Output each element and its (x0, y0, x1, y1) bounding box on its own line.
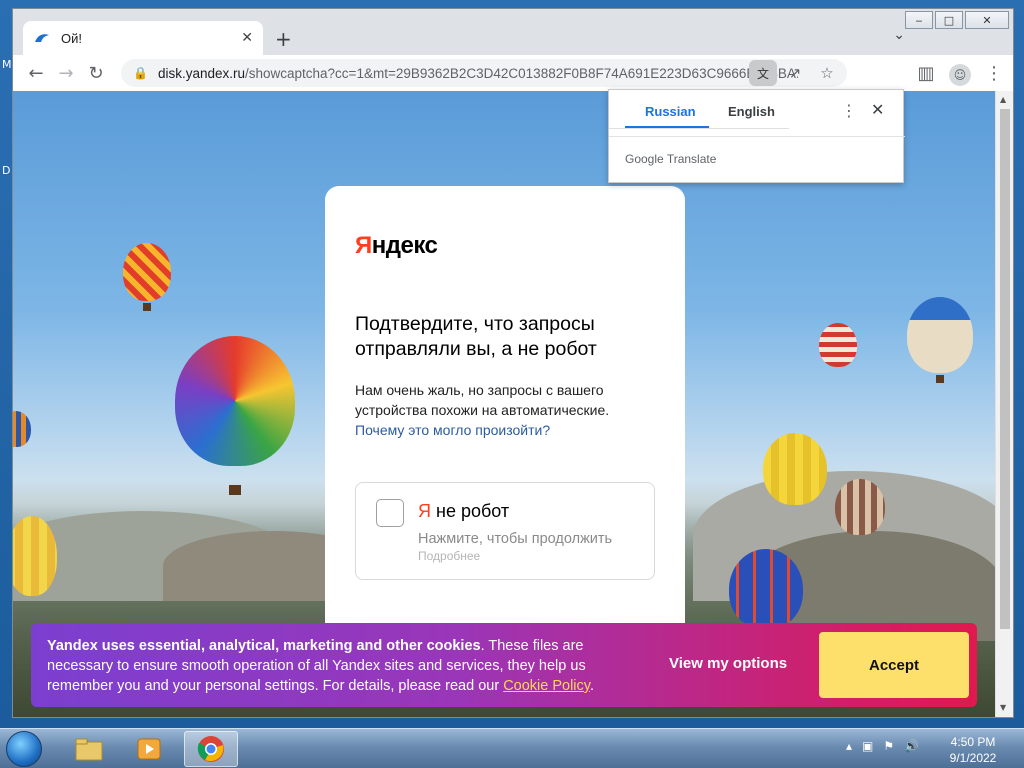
why-link[interactable]: Почему это могло произойти? (355, 422, 550, 438)
address-bar[interactable]: 🔒 disk.yandex.ru/showcaptcha?cc=1&mt=29B… (121, 59, 847, 87)
browser-tab[interactable]: Ой! ✕ (23, 21, 263, 55)
more-info-link[interactable]: Подробнее (418, 549, 480, 563)
yandex-logo: Яндекс (355, 232, 655, 260)
browser-window: ‒ □ ✕ Ой! ✕ + ⌄ ← → ↻ 🔒 disk.yandex.ru/s… (12, 8, 1014, 718)
scroll-down-icon[interactable]: ▼ (1000, 703, 1006, 712)
system-tray: ▴ ▣ ⚑ 🔊 (846, 739, 919, 753)
hot-air-balloon (729, 549, 803, 629)
lock-icon[interactable]: 🔒 (133, 66, 148, 80)
translate-popup: Russian English ⋮ ✕ Google Translate (608, 89, 905, 183)
taskbar-explorer[interactable] (62, 731, 116, 767)
tab-russian[interactable]: Russian (645, 104, 696, 119)
balloon-basket (229, 485, 241, 495)
not-robot-label[interactable]: Я не робот (418, 501, 509, 522)
balloon-basket (143, 303, 151, 311)
tab-title: Ой! (61, 30, 82, 46)
hot-air-balloon (835, 479, 885, 535)
clock-date: 9/1/2022 (949, 751, 997, 765)
scroll-up-icon[interactable]: ▲ (1000, 95, 1006, 104)
not-robot-widget[interactable]: Я не робот Нажмите, чтобы продолжить Под… (355, 482, 655, 580)
logo-letter: Я (355, 232, 372, 259)
hot-air-balloon (175, 336, 295, 466)
close-window-button[interactable]: ✕ (965, 11, 1009, 29)
desktop-edge-text: M (2, 58, 12, 71)
cookie-lead: Yandex uses essential, analytical, marke… (47, 638, 481, 654)
menu-kebab-icon[interactable]: ⋮ (979, 58, 1009, 88)
url-domain: disk.yandex.ru (157, 65, 245, 81)
tab-search-chevron-icon[interactable]: ⌄ (893, 27, 905, 43)
start-button[interactable] (6, 731, 42, 767)
view-options-button[interactable]: View my options (669, 655, 787, 672)
close-icon[interactable]: ✕ (871, 100, 884, 119)
action-center-icon[interactable]: ⚑ (883, 739, 894, 753)
back-arrow-icon[interactable]: ← (21, 58, 51, 88)
cookie-banner: Yandex uses essential, analytical, marke… (31, 623, 977, 707)
google-translate-brand: Google Translate (625, 152, 717, 166)
clock[interactable]: 4:50 PM 9/1/2022 (940, 734, 1006, 766)
not-robot-hint: Нажмите, чтобы продолжить (418, 531, 613, 547)
captcha-body-text: Нам очень жаль, но запросы с вашего устр… (355, 382, 610, 418)
folder-icon (75, 738, 103, 761)
taskbar-chrome[interactable] (184, 731, 238, 767)
reload-icon[interactable]: ↻ (81, 58, 111, 88)
vertical-scrollbar[interactable]: ▲ ▼ (995, 91, 1013, 717)
yandex-disk-favicon-icon (35, 34, 49, 42)
show-hidden-icons-icon[interactable]: ▴ (846, 739, 852, 753)
active-tab-indicator (625, 126, 709, 128)
tab-english[interactable]: English (728, 104, 775, 119)
hot-air-balloon (763, 433, 827, 505)
more-options-icon[interactable]: ⋮ (841, 101, 857, 120)
captcha-description: Нам очень жаль, но запросы с вашего устр… (355, 380, 655, 440)
hot-air-balloon (907, 297, 973, 373)
browser-toolbar: ← → ↻ 🔒 disk.yandex.ru/showcaptcha?cc=1&… (13, 55, 1013, 91)
window-controls: ‒ □ ✕ (905, 11, 1009, 29)
cookie-policy-link[interactable]: Cookie Policy (503, 678, 590, 694)
balloon-basket (936, 375, 944, 383)
translate-icon[interactable]: 文 (749, 60, 777, 86)
chrome-icon (197, 736, 224, 762)
robot-letter: Я (418, 501, 431, 521)
hot-air-balloon (819, 323, 857, 367)
forward-arrow-icon[interactable]: → (51, 58, 81, 88)
tab-divider (609, 128, 789, 129)
cookie-text: Yandex uses essential, analytical, marke… (47, 636, 627, 696)
taskbar-media-player[interactable] (122, 731, 176, 767)
side-panel-icon[interactable]: ▥ (911, 58, 941, 88)
cookie-end: . (589, 678, 594, 694)
minimize-button[interactable]: ‒ (905, 11, 933, 29)
captcha-heading: Подтвердите, что запросы отправляли вы, … (355, 313, 597, 360)
not-robot-checkbox[interactable] (376, 499, 404, 527)
desktop-edge-text: D (2, 164, 11, 177)
hot-air-balloon (13, 516, 57, 596)
hot-air-balloon (13, 411, 31, 447)
maximize-button[interactable]: □ (935, 11, 963, 29)
bookmark-star-icon[interactable]: ☆ (813, 60, 841, 86)
volume-icon[interactable]: 🔊 (904, 739, 919, 753)
share-icon[interactable]: ↗ (781, 60, 809, 86)
captcha-card: Яндекс Подтвердите, что запросы отправля… (325, 186, 685, 626)
robot-rest: не робот (431, 501, 510, 521)
clock-time: 4:50 PM (950, 735, 996, 749)
scrollbar-thumb[interactable] (1000, 109, 1010, 629)
profile-avatar-icon: ☺ (949, 64, 971, 86)
tab-close-icon[interactable]: ✕ (241, 30, 253, 46)
accept-button[interactable]: Accept (819, 632, 969, 698)
popup-divider (609, 136, 905, 137)
hot-air-balloon (123, 243, 171, 301)
taskbar: ▴ ▣ ⚑ 🔊 4:50 PM 9/1/2022 (0, 728, 1024, 768)
url-text[interactable]: disk.yandex.ru/showcaptcha?cc=1&mt=29B93… (158, 66, 798, 81)
network-icon[interactable]: ▣ (862, 739, 873, 753)
page-viewport: Яндекс Подтвердите, что запросы отправля… (13, 91, 995, 717)
media-player-icon (137, 738, 161, 760)
profile-button[interactable]: ☺ (945, 58, 975, 88)
new-tab-button[interactable]: + (275, 27, 292, 51)
url-path: /showcaptcha?cc=1&mt=29B9362B2C3D42C0138… (245, 65, 798, 81)
logo-rest: ндекс (371, 232, 438, 259)
